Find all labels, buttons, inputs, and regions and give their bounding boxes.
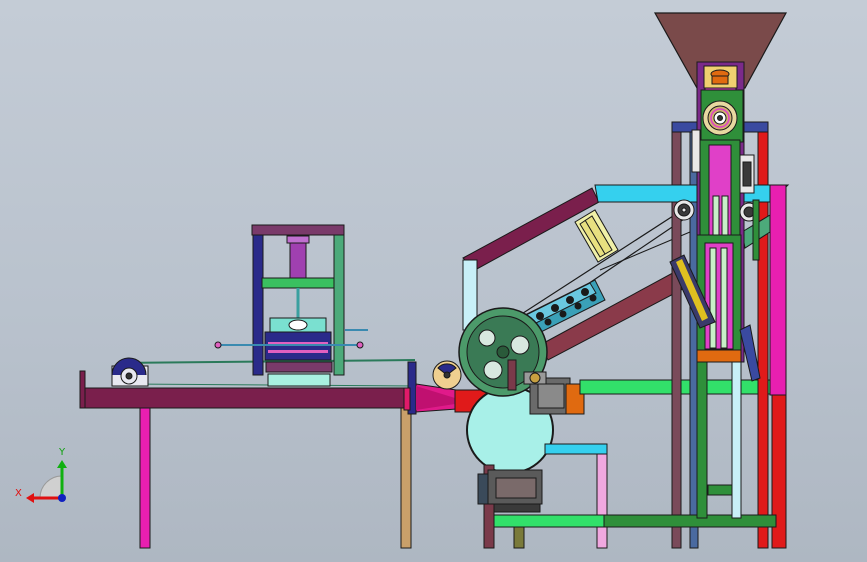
motor-frame-foot	[513, 526, 525, 549]
column-orange-base	[696, 349, 742, 363]
feeder-block	[574, 209, 619, 263]
flywheel-post	[507, 359, 517, 391]
side-roller-right	[739, 154, 755, 194]
table-leg-left	[139, 404, 151, 549]
side-roller-left	[691, 129, 701, 173]
table-end-stop	[79, 370, 86, 409]
tower-assembly	[594, 12, 790, 549]
motor-frame-base	[493, 514, 605, 528]
triad-x-arrow	[26, 493, 34, 503]
machine-assembly-drawing: Y X	[15, 12, 790, 549]
left-conveyor-table	[79, 357, 416, 549]
press-foot	[267, 373, 331, 387]
press-cylinder-cap	[286, 235, 310, 244]
blower-stand-top	[544, 443, 608, 455]
view-triad: Y X	[15, 447, 67, 503]
press-crossbar	[261, 277, 335, 289]
drive-motor	[523, 371, 585, 415]
triad-z-origin	[58, 494, 66, 502]
triad-plane-wedge	[39, 475, 63, 499]
crusher-wheel	[700, 89, 744, 143]
blower-stand-leg	[596, 453, 608, 549]
tower-inner-crossbar	[707, 484, 733, 496]
triad-x-label: X	[15, 488, 22, 499]
triad-y-label: Y	[58, 447, 66, 458]
small-pulley	[432, 360, 462, 390]
top-gear-box	[703, 65, 738, 89]
press-knob	[288, 319, 308, 331]
press-base	[265, 361, 333, 373]
table-top	[81, 387, 413, 409]
upper-beam-cyan	[594, 184, 790, 203]
tower-post-magenta	[769, 184, 787, 396]
tower-leg-light	[731, 359, 742, 519]
triad-y-arrow	[57, 460, 67, 468]
press-right-post	[333, 234, 345, 376]
table-leg-right	[400, 404, 412, 549]
tower-leg-green	[696, 359, 708, 519]
tower-base-crossbar	[603, 514, 777, 528]
press-top-beam	[251, 224, 345, 236]
press-left-post	[252, 234, 264, 376]
idler-wheel-left	[673, 199, 695, 221]
